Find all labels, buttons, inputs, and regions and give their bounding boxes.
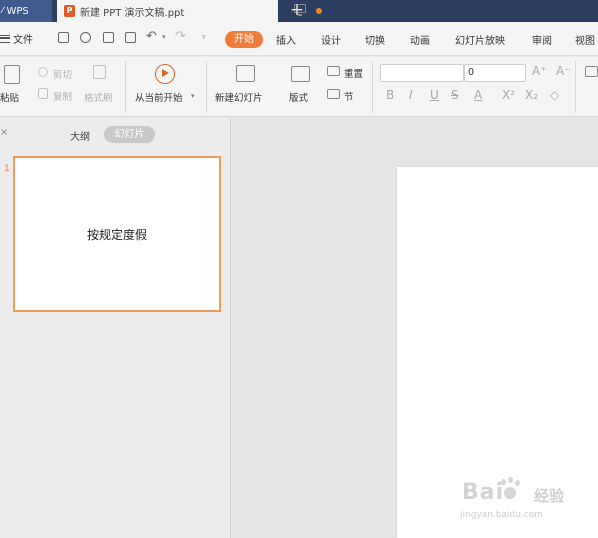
new-slide-button[interactable]: 新建幻灯片 xyxy=(215,90,263,104)
italic-button[interactable]: I xyxy=(409,88,413,102)
slide-edit-area[interactable] xyxy=(232,118,598,538)
strikethrough-button[interactable]: S xyxy=(451,88,459,102)
play-from-current-button[interactable]: 从当前开始 xyxy=(135,90,183,104)
layout-icon[interactable] xyxy=(291,66,310,82)
file-menu-button[interactable]: 文件 xyxy=(0,31,33,46)
close-pane-icon[interactable]: × xyxy=(0,127,8,138)
menu-bar: 文件 ↶ ▾ ↷ ▿ 开始 插入 设计 切换 动画 幻灯片放映 审阅 视图 xyxy=(0,22,598,56)
copy-icon xyxy=(38,88,48,99)
menu-tab-animations[interactable]: 动画 xyxy=(410,32,430,47)
undo-dropdown-icon[interactable]: ▾ xyxy=(162,33,166,41)
wps-app-tab[interactable]: ⁄ WPS xyxy=(0,0,52,22)
redo-icon[interactable]: ↷ xyxy=(175,29,186,44)
paw-icon xyxy=(499,477,521,503)
ribbon-toolbar: 粘贴 剪切 复制 格式刷 从当前开始 ▾ 新建幻灯片 版式 重置 节 0 A⁺ … xyxy=(0,57,598,117)
cut-icon xyxy=(38,67,48,77)
bold-button[interactable]: B xyxy=(386,88,394,102)
cut-button[interactable]: 剪切 xyxy=(53,67,72,81)
menu-tab-transitions[interactable]: 切换 xyxy=(365,32,385,47)
pane-tab-strip: × 大纲 幻灯片 xyxy=(0,118,231,150)
ribbon-separator xyxy=(125,61,126,113)
title-bar: ⁄ WPS P 新建 PPT 演示文稿.ppt + xyxy=(0,0,598,22)
new-slide-icon[interactable] xyxy=(236,65,255,82)
grow-font-button[interactable]: A⁺ xyxy=(532,64,547,78)
print-icon[interactable] xyxy=(103,32,114,43)
font-color-button[interactable]: A xyxy=(474,88,482,102)
wps-tab-label: WPS xyxy=(6,5,29,17)
play-from-current-icon[interactable] xyxy=(155,64,175,84)
tab-outline[interactable]: 大纲 xyxy=(70,128,90,143)
copy-button[interactable]: 复制 xyxy=(53,89,72,103)
baidu-jingyan-watermark: Bai 经验 jingyan.baidu.com xyxy=(452,477,598,527)
play-dropdown-icon[interactable]: ▾ xyxy=(191,92,195,100)
menu-tab-design[interactable]: 设计 xyxy=(321,32,341,47)
output-pdf-icon[interactable] xyxy=(80,32,91,43)
document-tab-label: 新建 PPT 演示文稿.ppt xyxy=(80,7,185,19)
clear-format-button[interactable]: ◇ xyxy=(550,88,559,102)
ribbon-separator xyxy=(372,61,373,113)
hamburger-icon xyxy=(0,34,10,43)
shrink-font-button[interactable]: A⁻ xyxy=(556,64,571,78)
underline-button[interactable]: U xyxy=(430,88,439,102)
print-preview-icon[interactable] xyxy=(125,32,136,43)
menu-tab-review[interactable]: 审阅 xyxy=(532,32,552,47)
font-size-select[interactable]: 0 xyxy=(464,64,526,82)
reset-icon[interactable] xyxy=(327,66,340,76)
undo-icon[interactable]: ↶ xyxy=(146,29,157,44)
new-tab-button[interactable]: + xyxy=(288,0,306,22)
menu-tab-view[interactable]: 视图 xyxy=(575,32,595,47)
slide-thumbnail-text: 按规定度假 xyxy=(86,227,147,242)
layout-button[interactable]: 版式 xyxy=(289,90,308,104)
font-name-select[interactable] xyxy=(380,64,464,82)
section-button[interactable]: 节 xyxy=(344,89,354,103)
quick-access-dropdown-icon[interactable]: ▿ xyxy=(202,33,206,41)
ppt-file-icon: P xyxy=(64,5,75,17)
document-tab[interactable]: P 新建 PPT 演示文稿.ppt xyxy=(57,0,322,22)
menu-tab-home[interactable]: 开始 xyxy=(225,31,263,48)
subscript-button[interactable]: X₂ xyxy=(525,88,538,102)
reset-button[interactable]: 重置 xyxy=(344,66,363,80)
file-menu-label: 文件 xyxy=(13,35,33,46)
paste-button[interactable]: 粘贴 xyxy=(0,90,19,104)
format-painter-button[interactable]: 格式刷 xyxy=(84,90,113,104)
paste-icon[interactable] xyxy=(4,65,20,84)
menu-tab-slideshow[interactable]: 幻灯片放映 xyxy=(455,32,505,47)
watermark-url: jingyan.baidu.com xyxy=(460,510,544,520)
menu-tab-insert[interactable]: 插入 xyxy=(276,32,296,47)
watermark-brand: Bai xyxy=(462,480,505,505)
slide-thumbnail[interactable]: 按规定度假 xyxy=(13,156,221,312)
save-icon[interactable] xyxy=(58,32,69,43)
slide-thumbnail-pane: × 大纲 幻灯片 1 按规定度假 xyxy=(0,118,231,538)
section-icon[interactable] xyxy=(327,89,340,99)
ribbon-separator xyxy=(575,61,576,113)
superscript-button[interactable]: X² xyxy=(502,88,515,102)
tab-slides[interactable]: 幻灯片 xyxy=(104,126,155,143)
ribbon-separator xyxy=(206,61,207,113)
bullet-list-icon[interactable] xyxy=(585,66,598,77)
unsaved-dot-icon xyxy=(316,8,322,14)
format-painter-icon xyxy=(93,65,106,79)
slide-number: 1 xyxy=(4,164,10,174)
wps-logo-icon: ⁄ xyxy=(2,6,4,16)
watermark-brand-cn: 经验 xyxy=(534,487,565,505)
